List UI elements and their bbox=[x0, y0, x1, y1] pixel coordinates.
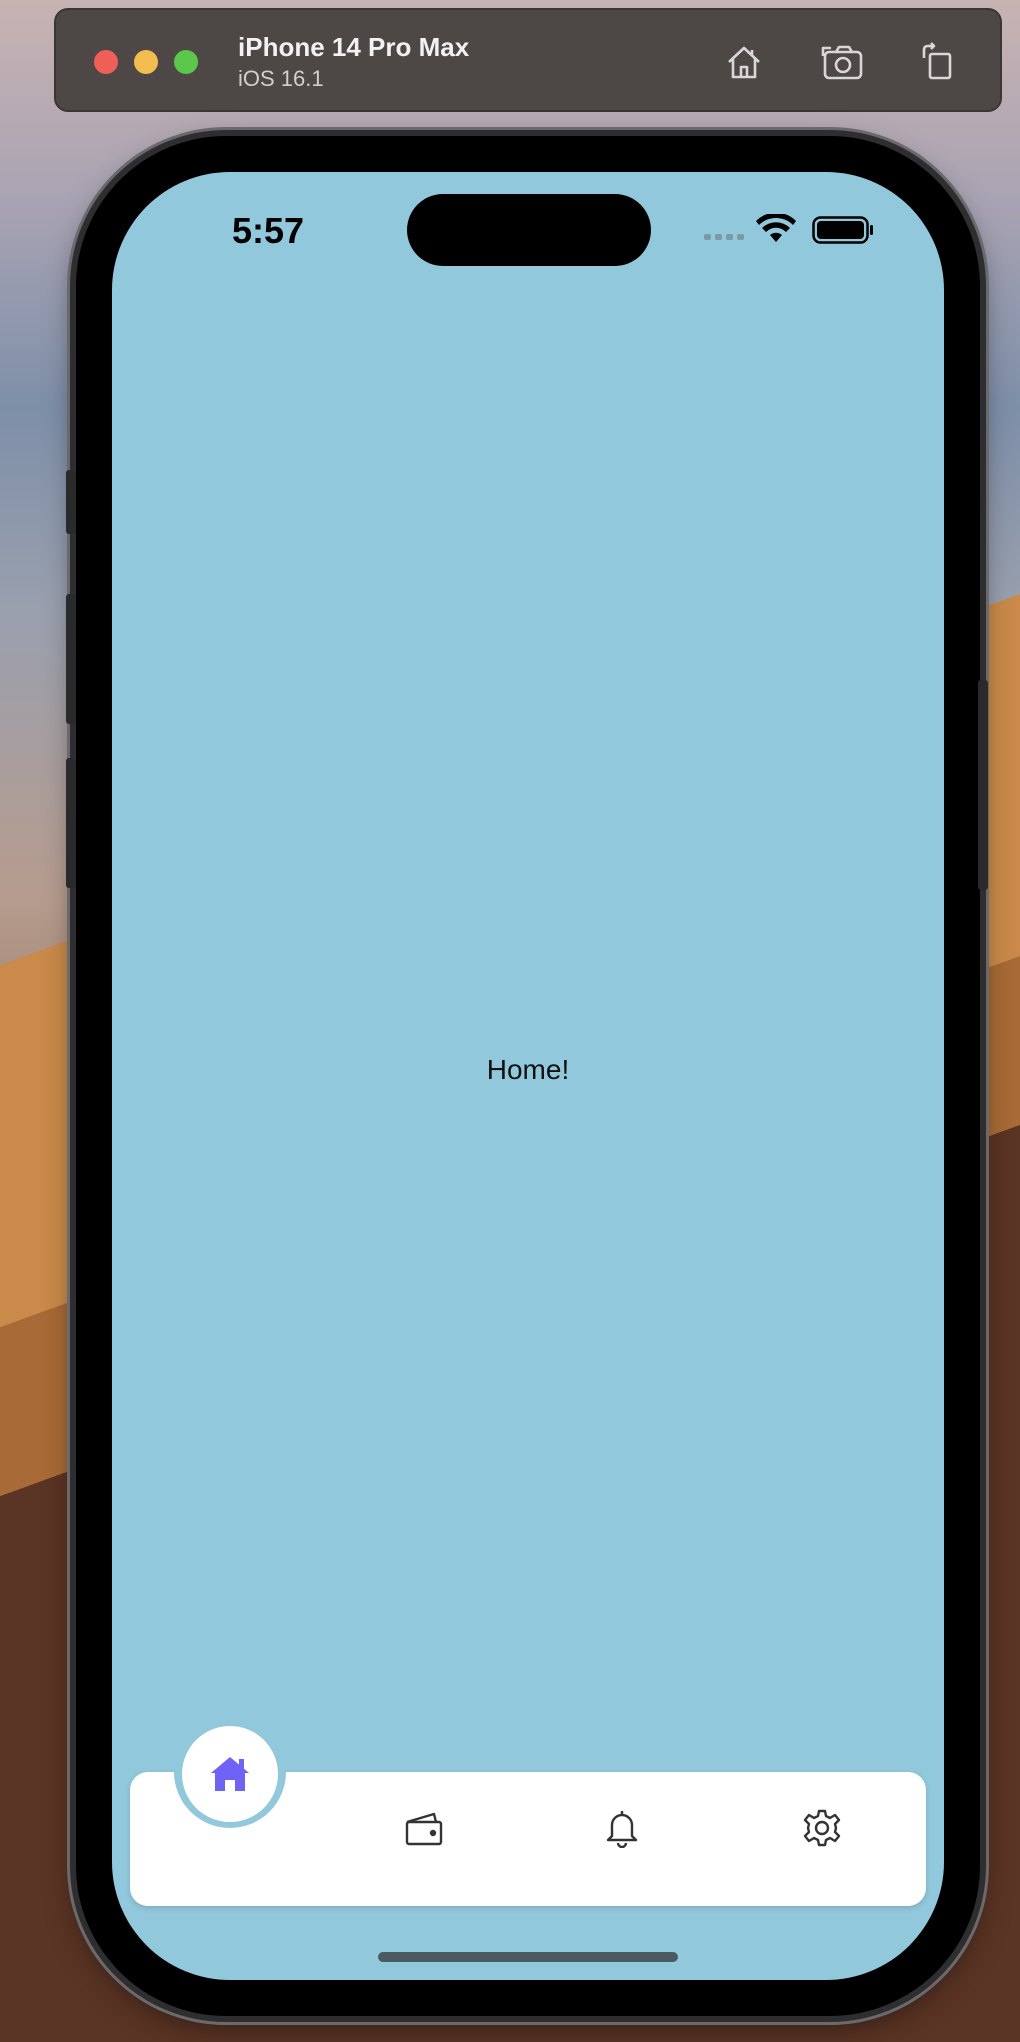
tab-home[interactable] bbox=[182, 1726, 278, 1822]
minimize-window-button[interactable] bbox=[134, 50, 158, 74]
close-window-button[interactable] bbox=[94, 50, 118, 74]
phone-screen: 5:57 Home! bbox=[112, 172, 944, 1980]
simulator-rotate-button[interactable] bbox=[912, 36, 964, 88]
simulator-home-button[interactable] bbox=[718, 36, 770, 88]
os-version: iOS 16.1 bbox=[238, 66, 324, 91]
simulator-screenshot-button[interactable] bbox=[818, 36, 870, 88]
volume-down-button[interactable] bbox=[66, 758, 76, 888]
cellular-signal-icon bbox=[704, 234, 744, 240]
bottom-tab-bar bbox=[130, 1716, 926, 1906]
home-icon bbox=[211, 1757, 249, 1791]
screenshot-icon bbox=[821, 45, 863, 80]
wallet-icon bbox=[405, 1812, 443, 1846]
simulator-title-bar: iPhone 14 Pro Max iOS 16.1 bbox=[54, 8, 1002, 112]
status-time: 5:57 bbox=[232, 210, 305, 251]
gear-icon bbox=[803, 1809, 841, 1847]
home-icon bbox=[728, 46, 760, 79]
bell-icon bbox=[606, 1811, 638, 1848]
tab-notifications[interactable] bbox=[598, 1804, 646, 1852]
zoom-window-button[interactable] bbox=[174, 50, 198, 74]
power-button[interactable] bbox=[978, 680, 988, 890]
dynamic-island bbox=[407, 194, 651, 266]
mute-switch[interactable] bbox=[66, 470, 76, 534]
rotate-icon bbox=[922, 42, 952, 80]
home-screen-text: Home! bbox=[486, 1054, 570, 1085]
device-name: iPhone 14 Pro Max bbox=[238, 32, 470, 62]
wifi-icon bbox=[756, 214, 796, 242]
tab-wallet[interactable] bbox=[400, 1804, 448, 1852]
tab-settings[interactable] bbox=[798, 1804, 846, 1852]
volume-up-button[interactable] bbox=[66, 594, 76, 724]
home-indicator[interactable] bbox=[378, 1952, 678, 1962]
battery-icon bbox=[812, 216, 873, 244]
